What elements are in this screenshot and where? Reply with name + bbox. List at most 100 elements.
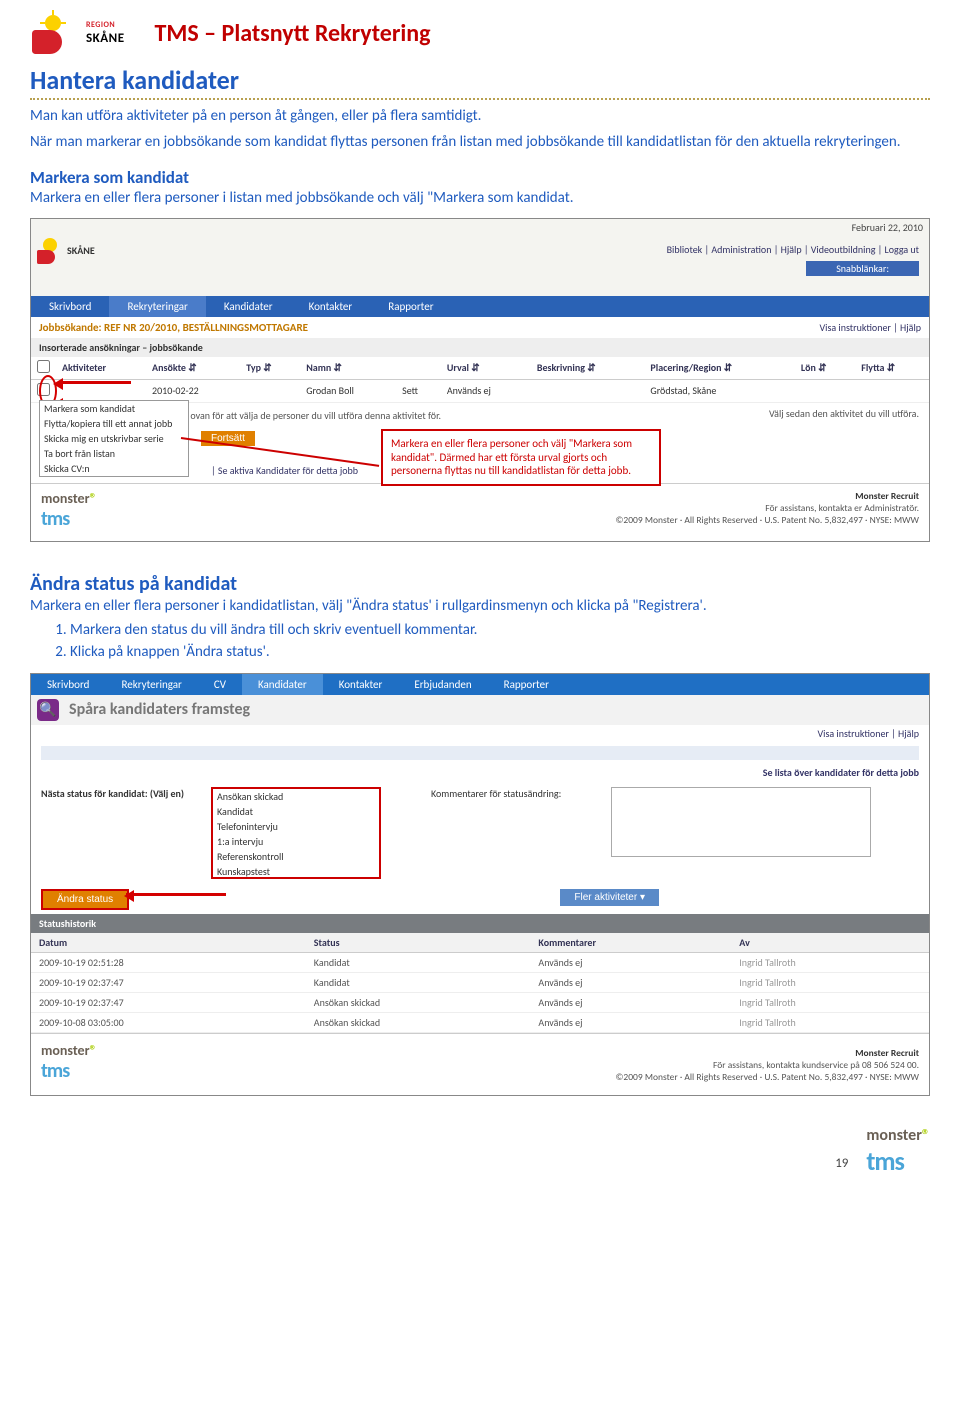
nav-cv[interactable]: CV (198, 674, 242, 695)
list-item[interactable]: Flytta/kopiera till ett annat jobb (40, 416, 188, 431)
nav-kontakter[interactable]: Kontakter (323, 674, 399, 695)
choose-activity-text: Välj sedan den aktivitet du vill utföra. (769, 407, 919, 420)
redacted-name (41, 746, 919, 760)
nav-skrivbord[interactable]: Skrivbord (31, 296, 109, 317)
skane-text: REGIONSKÅNE (86, 21, 125, 46)
comment-label: Kommentarer för statusändring: (431, 787, 601, 800)
link-logout[interactable]: Logga ut (885, 243, 919, 256)
list-item[interactable]: Skicka mig en utskrivbar serie (40, 431, 188, 446)
section-heading-hantera: Hantera kandidater (30, 64, 930, 96)
annotation-arrow (126, 893, 226, 896)
list-item[interactable]: Kunskapstest (213, 864, 379, 879)
status-listbox[interactable]: Ansökan skickad Kandidat Telefonintervju… (211, 787, 381, 879)
intro-p1: Man kan utföra aktiviteter på en person … (30, 106, 930, 126)
intro-p2: När man markerar en jobbsökande som kand… (30, 132, 930, 152)
nav-rapporter[interactable]: Rapporter (370, 296, 451, 317)
cell-name[interactable]: Grodan Boll (300, 379, 396, 402)
active-candidates-link[interactable]: | Se aktiva Kandidater för detta jobb (211, 464, 358, 477)
divider (30, 98, 930, 100)
page-subtitle: Spåra kandidaters framsteg (69, 700, 250, 719)
screenshot-jobbsokande: Februari 22, 2010 SKÅNE Bibliotek | Admi… (30, 218, 930, 542)
applicants-table: Aktiviteter Ansökte ⇵ Typ ⇵ Namn ⇵ Urval… (31, 357, 929, 403)
next-status-label: Nästa status för kandidat: (Välj en) (41, 787, 201, 800)
grid-section-header: Insorterade ansökningar – jobbsökande (31, 338, 929, 357)
screenshot-footer: monster® tms Monster Recruit För assista… (31, 483, 929, 541)
comment-textarea[interactable] (611, 787, 871, 857)
link-bibliotek[interactable]: Bibliotek (667, 243, 703, 256)
monster-tms-logo: monster® tms (866, 1126, 930, 1177)
more-activities-button[interactable]: Fler aktiviteter ▾ (560, 889, 659, 906)
col-urval[interactable]: Urval ⇵ (441, 357, 531, 380)
col-datum: Datum (31, 933, 306, 953)
see-list-link[interactable]: Se lista över kandidater för detta jobb (31, 764, 929, 781)
footer-copy: ©2009 Monster · All Rights Reserved · U.… (616, 1071, 920, 1083)
cell-sett: Sett (396, 379, 441, 402)
page-footer: 19 monster® tms (30, 1126, 930, 1177)
help-links-2[interactable]: Visa instruktioner | Hjälp (31, 725, 929, 742)
screenshot-date: Februari 22, 2010 (31, 219, 929, 236)
history-header: Statushistorik (31, 914, 929, 933)
table-header-row: Aktiviteter Ansökte ⇵ Typ ⇵ Namn ⇵ Urval… (31, 357, 929, 380)
search-icon[interactable]: 🔍 (37, 699, 59, 721)
link-admin[interactable]: Administration (711, 243, 771, 256)
nav-kandidater[interactable]: Kandidater (242, 674, 323, 695)
list-item[interactable]: Telefonintervju (213, 819, 379, 834)
nav-kontakter[interactable]: Kontakter (291, 296, 371, 317)
nav-bar-2: Skrivbord Rekryteringar CV Kandidater Ko… (31, 674, 929, 695)
nav-rekryteringar[interactable]: Rekryteringar (109, 296, 205, 317)
change-status-row: Ändra status Fler aktiviteter ▾ (31, 885, 929, 914)
nav-erbjudanden[interactable]: Erbjudanden (398, 674, 487, 695)
col-beskrivning[interactable]: Beskrivning ⇵ (531, 357, 645, 380)
subheading-markera: Markera som kandidat (30, 167, 930, 188)
section-heading-andra: Ändra status på kandidat (30, 572, 930, 596)
nav-rapporter[interactable]: Rapporter (488, 674, 565, 695)
col-sett (396, 357, 441, 380)
doc-header: REGIONSKÅNE TMS – Platsnytt Rekrytering (30, 10, 930, 56)
table-row: 2009-10-08 03:05:00Ansökan skickadAnvänd… (31, 1012, 929, 1032)
nav-kandidater[interactable]: Kandidater (206, 296, 291, 317)
step-1: Markera den status du vill ändra till oc… (70, 620, 930, 640)
col-kommentarer: Kommentarer (530, 933, 731, 953)
table-row: 2009-10-19 02:37:47Ansökan skickadAnvänd… (31, 992, 929, 1012)
list-item[interactable]: Kandidat (213, 804, 379, 819)
nav-rekryteringar[interactable]: Rekryteringar (105, 674, 197, 695)
col-status: Status (306, 933, 531, 953)
top-links: Bibliotek | Administration | Hjälp | Vid… (667, 243, 919, 256)
col-placering[interactable]: Placering/Region ⇵ (644, 357, 794, 380)
screenshot-status: Skrivbord Rekryteringar CV Kandidater Ko… (30, 673, 930, 1096)
col-lon[interactable]: Lön ⇵ (795, 357, 855, 380)
col-flytta[interactable]: Flytta ⇵ (855, 357, 929, 380)
footer-assist: För assistans, kontakta er Administratör… (41, 502, 919, 514)
col-aktiviteter[interactable]: Aktiviteter (56, 357, 146, 380)
footer-brand: Monster Recruit (616, 1047, 920, 1059)
footer-brand: Monster Recruit (41, 490, 919, 502)
change-status-button[interactable]: Ändra status (41, 889, 129, 910)
monster-logo: monster® tms (41, 490, 97, 531)
col-namn[interactable]: Namn ⇵ (300, 357, 396, 380)
list-item[interactable]: Skicka CV:n (40, 461, 188, 476)
cell-region: Grödstad, Skåne (644, 379, 794, 402)
sub-header: Jobbsökande: REF NR 20/2010, BESTÄLLNING… (31, 317, 929, 338)
status-row: Nästa status för kandidat: (Välj en) Ans… (31, 781, 929, 885)
list-item[interactable]: Referenskontroll (213, 849, 379, 864)
col-ansokte[interactable]: Ansökte ⇵ (146, 357, 240, 380)
help-links[interactable]: Visa instruktioner | Hjälp (819, 321, 921, 334)
monster-logo: monster® tms (41, 1042, 97, 1083)
select-all-checkbox[interactable] (37, 360, 50, 373)
table-header-row: Datum Status Kommentarer Av (31, 933, 929, 953)
list-item[interactable]: Ansökan skickad (213, 789, 379, 804)
activity-listbox[interactable]: Markera som kandidat Flytta/kopiera till… (39, 400, 189, 477)
steps-list: Markera den status du vill ändra till oc… (70, 620, 930, 663)
list-item[interactable]: Ta bort från listan (40, 446, 188, 461)
table-row: 2009-10-19 02:51:28KandidatAnvänds ejIng… (31, 952, 929, 972)
step-2: Klicka på knappen 'Ändra status'. (70, 642, 930, 662)
link-help[interactable]: Hjälp (781, 243, 802, 256)
page-title: TMS – Platsnytt Rekrytering (155, 19, 431, 48)
list-item[interactable]: Markera som kandidat (40, 401, 188, 416)
nav-skrivbord[interactable]: Skrivbord (31, 674, 105, 695)
link-video[interactable]: Videoutbildning (811, 243, 876, 256)
list-item[interactable]: 1:a intervju (213, 834, 379, 849)
quicklinks-label[interactable]: Snabblänkar: (806, 261, 919, 276)
cell-urval: Används ej (441, 379, 531, 402)
col-typ[interactable]: Typ ⇵ (240, 357, 300, 380)
